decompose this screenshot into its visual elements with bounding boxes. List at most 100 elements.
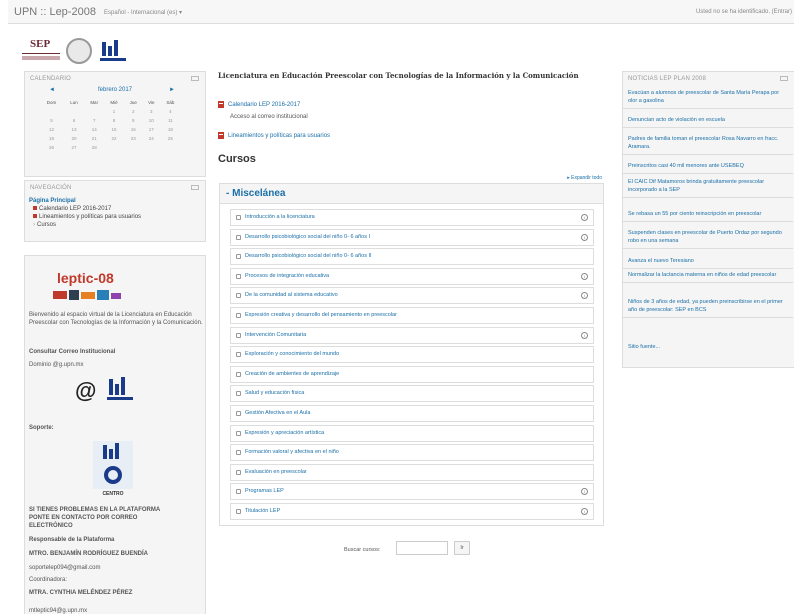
email-upn-logo[interactable]: @ [75,375,155,407]
calendar-day[interactable]: 26 [39,143,64,152]
course-summary-info-icon[interactable]: i [581,214,588,221]
course-row[interactable]: Creación de ambientes de aprendizaje [230,365,594,383]
course-link[interactable]: Desarrollo psicobiológico social del niñ… [245,234,370,240]
news-item-link[interactable]: Niños de 3 años de edad, ya pueden prein… [623,295,793,318]
course-link[interactable]: Evaluación en preescolar [245,469,307,475]
category-header[interactable]: - Miscelánea [220,184,603,204]
news-item-link[interactable]: Avanza el nuevo Teresiano [623,254,793,269]
calendar-day[interactable]: 18 [160,125,181,134]
course-row[interactable]: Intervención Comunitaria i [230,326,594,344]
course-row[interactable]: Expresión y apreciación artística [230,424,594,442]
calendar-day[interactable]: 15 [104,125,123,134]
course-summary-info-icon[interactable]: i [581,272,588,280]
calendar-day[interactable]: 19 [39,134,64,143]
course-row[interactable]: Desarrollo psicobiológico social del niñ… [230,248,594,266]
responsable-email[interactable]: soportelep094@gmail.com [29,565,100,571]
coordinadora-email[interactable]: mtleptic94@g.upn.mx [29,608,87,614]
calendar-day[interactable]: 25 [160,134,181,143]
course-link[interactable]: De la comunidad al sistema educativo [245,292,338,298]
calendar-day[interactable]: 3 [143,107,160,116]
course-link[interactable]: Creación de ambientes de aprendizaje [245,371,339,377]
course-row[interactable]: Formación valoral y afectiva en el niño [230,444,594,462]
calendar-day[interactable]: 10 [143,116,160,125]
dock-block-icon[interactable] [780,76,788,81]
news-item-link[interactable]: El CAIC Dif Matamoros brinda gratuitamen… [623,175,793,198]
course-link[interactable]: Expresión y apreciación artística [245,430,324,436]
calendar-day[interactable]: 23 [124,134,143,143]
course-row[interactable]: Expresión creativa y desarrollo del pens… [230,307,594,324]
calendar-day[interactable]: 28 [84,143,104,152]
search-go-button[interactable]: Ir [454,541,470,555]
course-link[interactable]: Desarrollo psicobiológico social del niñ… [245,253,372,259]
language-menu[interactable]: Español - Internacional (es) ▾ [104,9,182,16]
course-link[interactable]: Intervención Comunitaria [245,332,306,338]
next-month-arrow-icon[interactable]: ► [169,87,175,93]
calendar-day[interactable]: 24 [143,134,160,143]
calendar-day[interactable]: 14 [84,125,104,134]
course-row[interactable]: Titulación LEP i [230,503,594,520]
source-site-link[interactable]: Sitio fuente... [628,344,660,350]
course-row[interactable]: Desarrollo psicobiológico social del niñ… [230,228,594,246]
dock-block-icon[interactable] [191,185,199,190]
dock-block-icon[interactable] [191,76,199,81]
course-link[interactable]: Titulación LEP [245,508,280,514]
news-item-link[interactable]: Preinscritos casi 40 mil menores ante US… [623,159,793,174]
calendar-lep-link[interactable]: Calendario LEP 2016-2017 [218,101,300,108]
course-row[interactable]: Evaluación en preescolar [230,463,594,481]
nav-home-link[interactable]: Página Principal [29,198,141,206]
course-summary-info-icon[interactable]: i [581,508,588,515]
calendar-day[interactable]: 11 [160,116,181,125]
course-row[interactable]: Salud y educación física [230,385,594,403]
course-summary-info-icon[interactable]: i [581,488,588,496]
calendar-day[interactable]: 22 [104,134,123,143]
course-summary-info-icon[interactable]: i [581,233,588,241]
site-name-link[interactable]: UPN :: Lep-2008 [14,6,96,18]
calendar-day[interactable]: 12 [39,125,64,134]
calendar-day[interactable]: 27 [64,143,84,152]
course-link[interactable]: Programas LEP [245,488,284,494]
calendar-day[interactable]: 16 [124,125,143,134]
login-info[interactable]: Usted no se ha identificado. (Entrar) [696,9,792,15]
nav-item-guidelines[interactable]: Lineamientos y políticas para usuarios [29,214,141,222]
calendar-day[interactable]: 7 [84,116,104,125]
course-link[interactable]: Introducción a la licenciatura [245,214,315,220]
course-summary-info-icon[interactable]: i [581,331,588,339]
course-link[interactable]: Gestión Afectiva en el Aula [245,410,310,416]
course-summary-info-icon[interactable]: i [581,292,588,300]
news-item-link[interactable]: Padres de familia toman el preescolar Ro… [623,132,793,155]
calendar-day[interactable]: 21 [84,134,104,143]
calendar-day[interactable]: 1 [104,107,123,116]
news-item-link[interactable]: Suspenden clases en preescolar de Puerto… [623,226,793,249]
course-row[interactable]: Procesos de integración educativa i [230,267,594,285]
calendar-day[interactable]: 13 [64,125,84,134]
news-item-link[interactable]: Evacúan a alumnos de preescolar de Santa… [623,86,793,109]
nav-item-courses[interactable]: › Cursos [29,222,141,230]
expand-all-link[interactable]: ▸ Expandir todo [567,175,602,181]
calendar-month[interactable]: febrero 2017 [25,87,205,93]
course-row[interactable]: Introducción a la licenciatura i [230,209,594,226]
calendar-day[interactable]: 20 [64,134,84,143]
course-link[interactable]: Expresión creativa y desarrollo del pens… [245,312,397,318]
course-row[interactable]: Gestión Afectiva en el Aula [230,405,594,422]
course-link[interactable]: Exploración y conocimiento del mundo [245,351,339,357]
course-link[interactable]: Procesos de integración educativa [245,273,329,279]
course-row[interactable]: De la comunidad al sistema educativo i [230,287,594,305]
course-row[interactable]: Exploración y conocimiento del mundo [230,346,594,364]
calendar-day[interactable]: 4 [160,107,181,116]
calendar-day[interactable]: 17 [143,125,160,134]
calendar-day[interactable]: 9 [124,116,143,125]
news-item-link[interactable]: Se rebasa un 55 por ciento reinscripción… [623,207,793,222]
calendar-day[interactable]: 6 [64,116,84,125]
news-item-link[interactable]: Normalizar la lactancia materna en niños… [623,268,793,283]
calendar-day[interactable]: 8 [104,116,123,125]
course-link[interactable]: Formación valoral y afectiva en el niño [245,449,339,455]
calendar-day[interactable]: 5 [39,116,64,125]
category-title[interactable]: - Miscelánea [226,188,285,199]
search-courses-input[interactable] [396,541,448,555]
course-row[interactable]: Programas LEP i [230,483,594,501]
news-item-link[interactable]: Denuncian acto de violación en escuela [623,113,793,128]
course-link[interactable]: Salud y educación física [245,390,304,396]
calendar-day[interactable]: 2 [124,107,143,116]
nav-item-calendar[interactable]: Calendario LEP 2016-2017 [29,206,141,214]
guidelines-link[interactable]: Lineamientos y políticas para usuarios [218,132,330,139]
